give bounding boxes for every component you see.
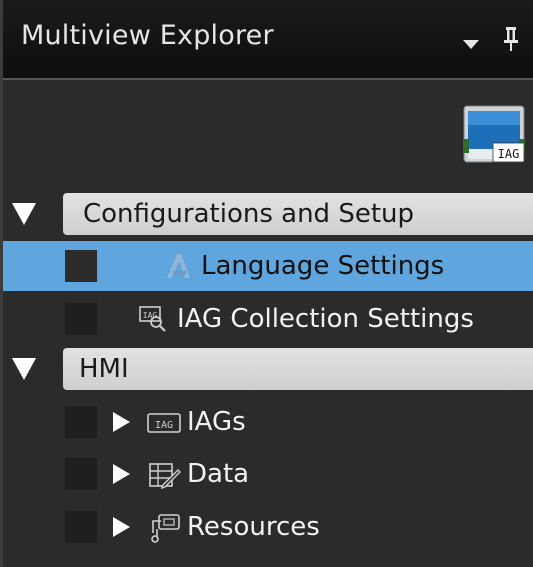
- group-row-hmi[interactable]: HMI: [3, 345, 533, 393]
- tree-item-data[interactable]: Data: [3, 449, 533, 499]
- expand-arrow-icon[interactable]: [113, 517, 130, 537]
- language-icon: [167, 254, 190, 278]
- panel-menu-dropdown-button[interactable]: [457, 24, 485, 54]
- expand-arrow-icon[interactable]: [113, 464, 130, 484]
- item-label: Language Settings: [201, 251, 445, 281]
- data-icon: [149, 463, 181, 489]
- expand-arrow-icon[interactable]: [113, 412, 130, 432]
- chevron-down-icon: [463, 39, 479, 49]
- panel-title: Multiview Explorer: [21, 20, 274, 51]
- item-label: IAGs: [187, 407, 246, 437]
- pin-icon: [504, 27, 518, 51]
- collapse-group-toggle[interactable]: [11, 190, 37, 238]
- tree-item-language-settings[interactable]: Language Settings: [3, 241, 533, 291]
- triangle-down-icon: [12, 358, 36, 380]
- item-label: Resources: [187, 512, 320, 542]
- tree-item-iags[interactable]: IAG IAGs: [3, 397, 533, 447]
- iag-icon: IAG: [147, 413, 181, 433]
- svg-text:IAG: IAG: [155, 420, 173, 431]
- group-row-configurations[interactable]: Configurations and Setup: [3, 190, 533, 238]
- collapse-group-toggle[interactable]: [11, 345, 37, 393]
- pin-button[interactable]: [497, 24, 525, 54]
- item-status-square: [65, 250, 97, 282]
- item-label: IAG Collection Settings: [177, 304, 474, 334]
- tree-item-resources[interactable]: Resources: [3, 501, 533, 553]
- svg-text:IAG: IAG: [498, 147, 520, 161]
- triangle-down-icon: [12, 203, 36, 225]
- multiview-explorer-panel: Multiview Explorer IAG Configurations an…: [0, 0, 533, 567]
- group-label: HMI: [79, 354, 129, 384]
- item-label: Data: [187, 459, 250, 489]
- item-status-square: [65, 303, 97, 335]
- group-label: Configurations and Setup: [83, 199, 414, 229]
- group-header-configurations-and-setup[interactable]: Configurations and Setup: [63, 193, 533, 235]
- item-status-square: [65, 511, 97, 543]
- group-header-hmi[interactable]: HMI: [63, 348, 533, 390]
- device-thumbnail-icon[interactable]: IAG: [463, 105, 525, 163]
- tree-item-iag-collection-settings[interactable]: IAG IAG Collection Settings: [3, 293, 533, 345]
- panel-title-bar: Multiview Explorer: [3, 0, 533, 80]
- resources-icon: [151, 514, 180, 543]
- svg-text:IAG: IAG: [143, 311, 158, 320]
- item-status-square: [65, 458, 97, 490]
- collection-icon: IAG: [139, 306, 166, 332]
- item-status-square: [65, 406, 97, 438]
